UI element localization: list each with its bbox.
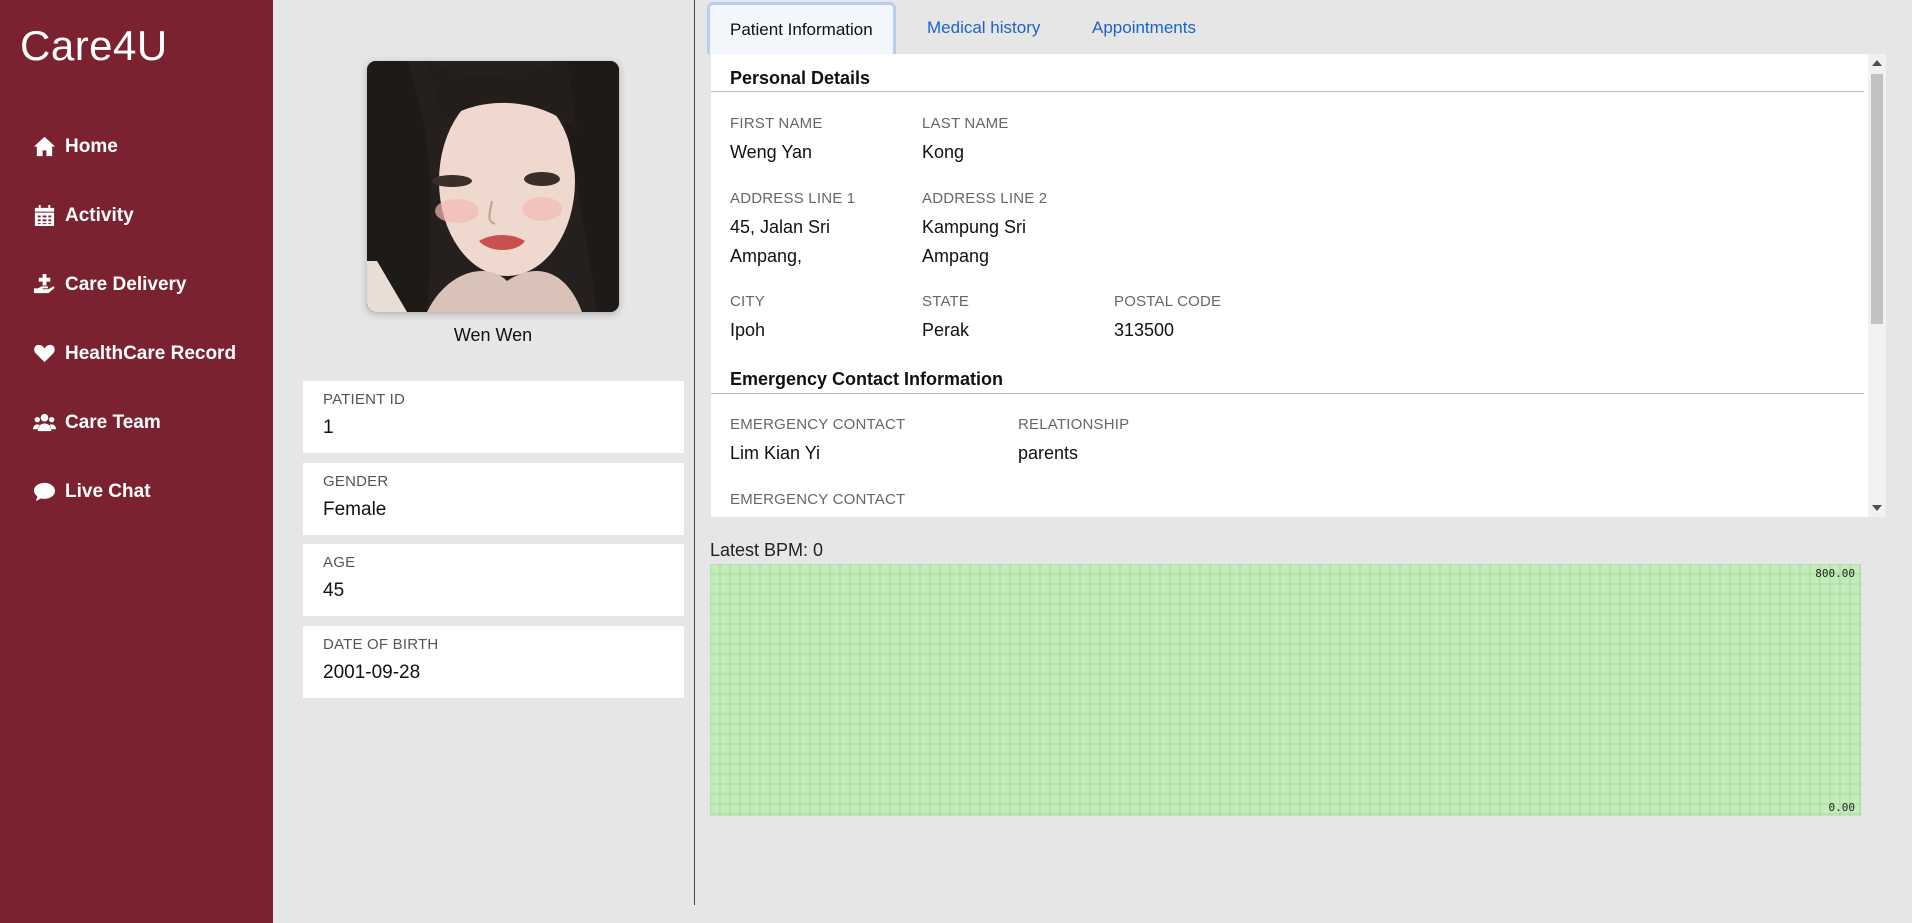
tab-patient-information[interactable]: Patient Information [707,2,896,54]
emergency-contact-value: Lim Kian Yi [730,443,821,463]
sidebar-item-care-team[interactable]: Care Team [0,388,273,457]
sidebar-item-label: Home [65,135,118,157]
patient-portrait-image [367,61,619,312]
sidebar-item-activity[interactable]: Activity [0,181,273,250]
state-label: State [922,293,970,310]
relationship-label: Relationship [1018,416,1130,433]
tab-appointments[interactable]: Appointments [1092,8,1196,48]
section-divider [711,393,1864,394]
gender-card: Gender Female [303,463,684,535]
last-name-value: Kong [922,142,965,162]
patient-id-card: Patient ID 1 [303,381,684,453]
home-icon [33,136,56,157]
city-value: Ipoh [730,320,766,340]
age-value: 45 [323,580,345,601]
state-value: Perak [922,320,970,340]
age-card: Age 45 [303,544,684,616]
patient-avatar [367,61,619,312]
address-line-1-label: Address Line 1 [730,190,856,207]
last-name-label: Last Name [922,115,1009,132]
scrollbar-thumb[interactable] [1871,74,1883,324]
bpm-chart: 800.00 0.00 [710,564,1861,816]
calendar-icon [34,204,55,227]
address-line-1-value-line2: Ampang, [730,246,803,266]
sidebar-item-live-chat[interactable]: Live Chat [0,457,273,526]
hand-holding-medical-icon [33,273,55,294]
scroll-down-arrow-icon[interactable] [1872,505,1882,511]
tab-medical-history[interactable]: Medical history [927,8,1040,48]
relationship-value: parents [1018,443,1079,463]
city-label: City [730,293,765,310]
sidebar: Care4U Home Activity Care Delivery Healt… [0,0,273,923]
gender-value: Female [323,499,387,520]
sidebar-item-care-delivery[interactable]: Care Delivery [0,250,273,319]
sidebar-item-healthcare-record[interactable]: HealthCare Record [0,319,273,388]
panel-scrollbar[interactable] [1868,54,1886,517]
y-axis-max-label: 800.00 [1815,567,1855,580]
patient-id-label: Patient ID [323,391,406,408]
address-line-2-value-line1: Kampung Sri [922,217,1027,237]
sidebar-item-label: Live Chat [65,480,151,502]
app-logo[interactable]: Care4U [20,22,168,70]
sidebar-nav: Home Activity Care Delivery HealthCare R… [0,112,273,526]
address-line-1-value-line1: 45, Jalan Sri [730,217,831,237]
sidebar-item-label: Care Delivery [65,273,187,295]
patient-details-panel[interactable]: Personal Details First Name Weng Yan Las… [711,54,1886,517]
date-of-birth-value: 2001-09-28 [323,662,421,683]
chat-bubble-icon [33,482,56,502]
first-name-value: Weng Yan [730,142,813,162]
heart-icon [34,344,55,363]
date-of-birth-card: Date of Birth 2001-09-28 [303,626,684,698]
scroll-up-arrow-icon[interactable] [1872,60,1882,66]
address-line-2-label: Address Line 2 [922,190,1048,207]
chart-background [710,564,1861,816]
date-of-birth-label: Date of Birth [323,636,439,653]
emergency-contact-2-label: Emergency Contact [730,491,906,508]
personal-details-heading: Personal Details [730,68,871,88]
age-label: Age [323,554,356,571]
sidebar-item-label: HealthCare Record [65,342,237,364]
column-divider [694,0,695,905]
patient-name: Wen Wen [453,325,533,345]
patient-id-value: 1 [323,417,334,438]
sidebar-item-label: Activity [65,204,134,226]
postal-code-label: Postal Code [1114,293,1222,310]
y-axis-min-label: 0.00 [1829,801,1856,814]
first-name-label: First Name [730,115,823,132]
sidebar-item-home[interactable]: Home [0,112,273,181]
address-line-2-value-line2: Ampang [922,246,990,266]
section-divider [711,91,1864,92]
latest-bpm-label: Latest BPM: 0 [710,540,824,560]
emergency-contact-heading: Emergency Contact Information [730,369,1004,389]
postal-code-value: 313500 [1114,320,1175,340]
users-icon [33,413,56,432]
sidebar-item-label: Care Team [65,411,161,433]
emergency-contact-label: Emergency Contact [730,416,906,433]
gender-label: Gender [323,473,389,490]
